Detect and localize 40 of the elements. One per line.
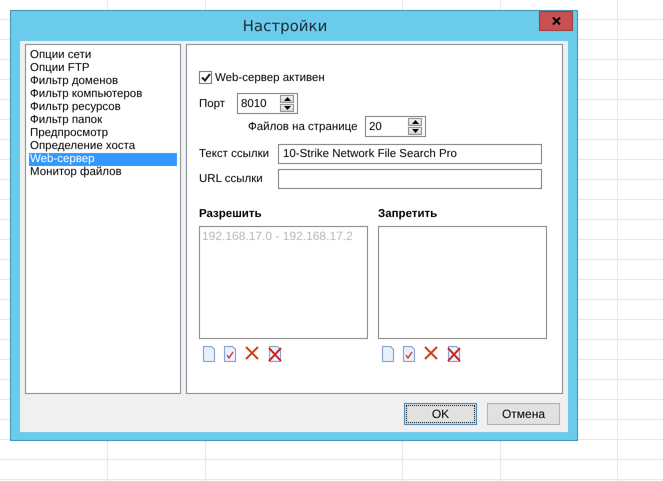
field-label: Порт <box>199 98 226 110</box>
sidebar-item[interactable]: Фильтр папок <box>29 114 177 127</box>
down-arrow-icon[interactable] <box>412 129 418 133</box>
number-field[interactable]: 8010 <box>237 93 298 114</box>
list-title: Разрешить <box>199 208 263 220</box>
delete-document-icon[interactable] <box>447 346 461 362</box>
sidebar-item[interactable]: Предпросмотр <box>29 127 177 140</box>
dialog-button[interactable]: OK <box>404 403 477 425</box>
dialog-button[interactable]: Отмена <box>487 403 560 425</box>
text-field[interactable]: 10-Strike Network File Search Pro <box>278 144 542 164</box>
document-icon[interactable] <box>382 346 394 362</box>
field-label: Файлов на странице <box>248 120 358 132</box>
url-field[interactable] <box>278 169 542 189</box>
down-arrow-icon[interactable] <box>284 106 290 110</box>
number-field[interactable]: 20 <box>365 116 426 137</box>
delete-icon[interactable] <box>424 346 438 360</box>
list-title: Запретить <box>378 208 438 220</box>
close-icon[interactable] <box>552 17 560 25</box>
sidebar-item[interactable]: Монитор файлов <box>29 166 177 179</box>
document-icon[interactable] <box>203 346 215 362</box>
checked-document-icon[interactable] <box>224 346 236 362</box>
checked-document-icon[interactable] <box>403 346 415 362</box>
sidebar-item[interactable]: Фильтр доменов <box>29 75 177 88</box>
checkbox[interactable] <box>199 71 212 84</box>
sidebar-item[interactable]: Фильтр компьютеров <box>29 88 177 101</box>
sidebar-item[interactable]: Опции сети <box>29 49 177 62</box>
up-arrow-icon[interactable] <box>412 120 418 124</box>
delete-icon[interactable] <box>245 346 259 360</box>
up-arrow-icon[interactable] <box>284 97 290 101</box>
field-label: Текст ссылки <box>199 148 270 160</box>
field-label: URL ссылки <box>199 173 264 185</box>
close-button[interactable] <box>539 11 573 31</box>
checkbox-label[interactable]: Web-сервер активен <box>215 72 325 84</box>
address-list[interactable] <box>378 226 547 339</box>
sidebar-item[interactable]: Определение хоста <box>29 140 177 153</box>
category-list[interactable]: Опции сети Опции FTP Фильтр доменов Фильтр компьютеров Фильтр ресурсов Фильтр папок Предпросмотр Определение хоста Web-сервер Монитор файлов <box>25 44 181 394</box>
sidebar-item[interactable]: Фильтр ресурсов <box>29 101 177 114</box>
window-title: Настройки <box>242 17 328 35</box>
delete-document-icon[interactable] <box>268 346 282 362</box>
sidebar-item[interactable]: Опции FTP <box>29 62 177 75</box>
